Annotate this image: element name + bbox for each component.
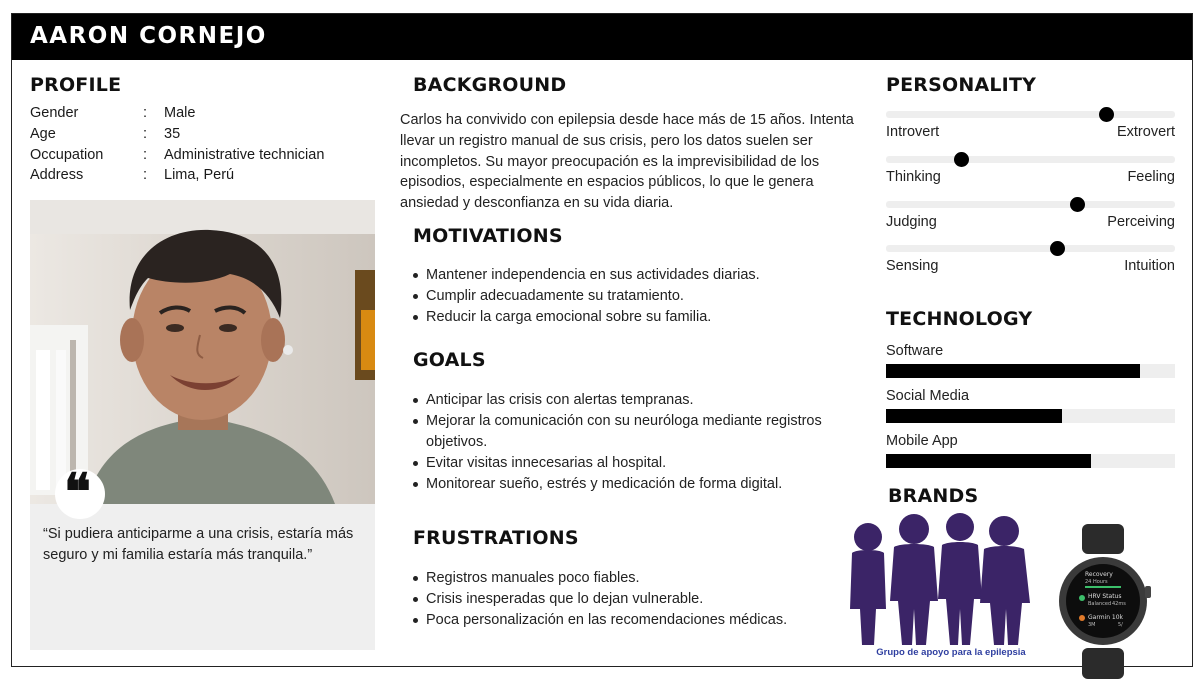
list-item: Reducir la carga emocional sobre su fami… [412,307,862,328]
goals-list: Anticipar las crisis con alertas tempran… [412,390,852,495]
brands-logos: Grupo de apoyo para la epilepsia Recover… [846,509,1186,679]
tech-bar-fill [886,409,1063,423]
motivations-heading: MOTIVATIONS [413,225,563,247]
list-item: Cumplir adecuadamente su tratamiento. [412,286,862,307]
scale-knob [1069,197,1085,212]
field-label: Occupation [30,146,104,163]
tech-item-mobile-app: Mobile App [886,432,1175,468]
watch-line-4: Balanced [1088,601,1111,607]
profile-row-age: Age : 35 [30,124,324,145]
field-colon: : [143,167,148,184]
field-value: Lima, Perú [164,167,235,184]
scale-knob [1049,241,1065,256]
goals-heading: GOALS [413,349,486,371]
technology-heading: TECHNOLOGY [886,308,1033,330]
field-value: 35 [164,125,181,142]
brands-heading: BRANDS [888,485,979,507]
quote-icon: ❝ [55,467,105,519]
persona-card: AARON CORNEJO PROFILE Gender : Male Age … [11,13,1193,679]
scale-knob [954,152,970,167]
list-item: Evitar visitas innecesarias al hospital. [412,453,852,474]
tech-bar-fill [886,454,1092,468]
scale-left-label: Judging [886,214,937,230]
scale-track [886,241,1175,256]
scale-right-label: Extrovert [1116,124,1175,140]
tech-bar-track [886,364,1175,378]
persona-name: AARON CORNEJO [30,23,267,49]
persona-quote: “Si pudiera anticiparme a una crisis, es… [43,526,354,563]
background-text: Carlos ha convivido con epilepsia desde … [400,112,854,212]
smartwatch-image: Recovery 24 Hours HRV Status Balanced 42… [1059,524,1151,679]
profile-row-gender: Gender : Male [30,103,324,124]
list-item: Monitorear sueño, estrés y medicación de… [412,474,852,495]
scale-left-label: Sensing [886,258,939,274]
profile-fields: Gender : Male Age : 35 Occupation : Admi… [30,103,324,186]
profile-row-address: Address : Lima, Perú [30,165,324,186]
tech-bar-track [886,409,1175,423]
tech-bar-track [886,454,1175,468]
field-colon: : [143,146,148,163]
header-bar: AARON CORNEJO [12,14,1192,60]
frustrations-heading: FRUSTRATIONS [413,527,579,549]
list-item: Crisis inesperadas que lo dejan vulnerab… [412,589,842,610]
field-value: Administrative technician [164,146,325,163]
scale-knob [1098,107,1114,122]
watch-line-5: 42ms [1112,601,1126,607]
watch-line-2: 24 Hours [1085,579,1108,585]
tech-item-social-media: Social Media [886,387,1175,423]
tech-bar-fill [886,364,1141,378]
support-group-logo [850,513,1030,645]
list-item: Mejorar la comunicación con su neuróloga… [412,411,852,453]
frustrations-list: Registros manuales poco fiables. Crisis … [412,568,842,631]
profile-row-occupation: Occupation : Administrative technician [30,145,324,166]
motivations-list: Mantener independencia en sus actividade… [412,265,862,328]
field-label: Gender [30,105,79,121]
background-heading: BACKGROUND [413,74,567,96]
scale-track [886,197,1175,212]
scale-right-label: Feeling [1127,169,1175,185]
tech-label: Social Media [886,388,970,404]
scale-track [886,152,1175,167]
scale-right-label: Perceiving [1107,214,1175,230]
list-item: Registros manuales poco fiables. [412,568,842,589]
support-group-caption: Grupo de apoyo para la epilepsia [876,647,1026,658]
tech-label: Software [886,343,944,359]
persona-photo-illustration [30,200,375,504]
scale-left-label: Thinking [886,169,941,185]
personality-heading: PERSONALITY [886,74,1037,96]
field-colon: : [143,105,148,121]
scale-right-label: Intuition [1124,258,1175,274]
persona-photo [30,200,375,504]
tech-item-software: Software [886,342,1175,378]
profile-heading: PROFILE [30,74,122,96]
list-item: Poca personalización en las recomendacio… [412,610,842,631]
field-label: Age [30,125,56,142]
watch-line-8: 5/ [1118,622,1123,628]
field-label: Address [30,167,84,184]
scale-left-label: Introvert [886,124,940,140]
list-item: Anticipar las crisis con alertas tempran… [412,390,852,411]
list-item: Mantener independencia en sus actividade… [412,265,862,286]
watch-line-6: Garmin 10k [1088,614,1124,621]
watch-line-1: Recovery [1085,571,1113,578]
watch-line-7: 3M [1088,622,1096,628]
field-value: Male [164,105,196,121]
tech-label: Mobile App [886,433,958,449]
watch-line-3: HRV Status [1088,593,1121,600]
field-colon: : [143,125,148,142]
scale-track [886,107,1175,122]
